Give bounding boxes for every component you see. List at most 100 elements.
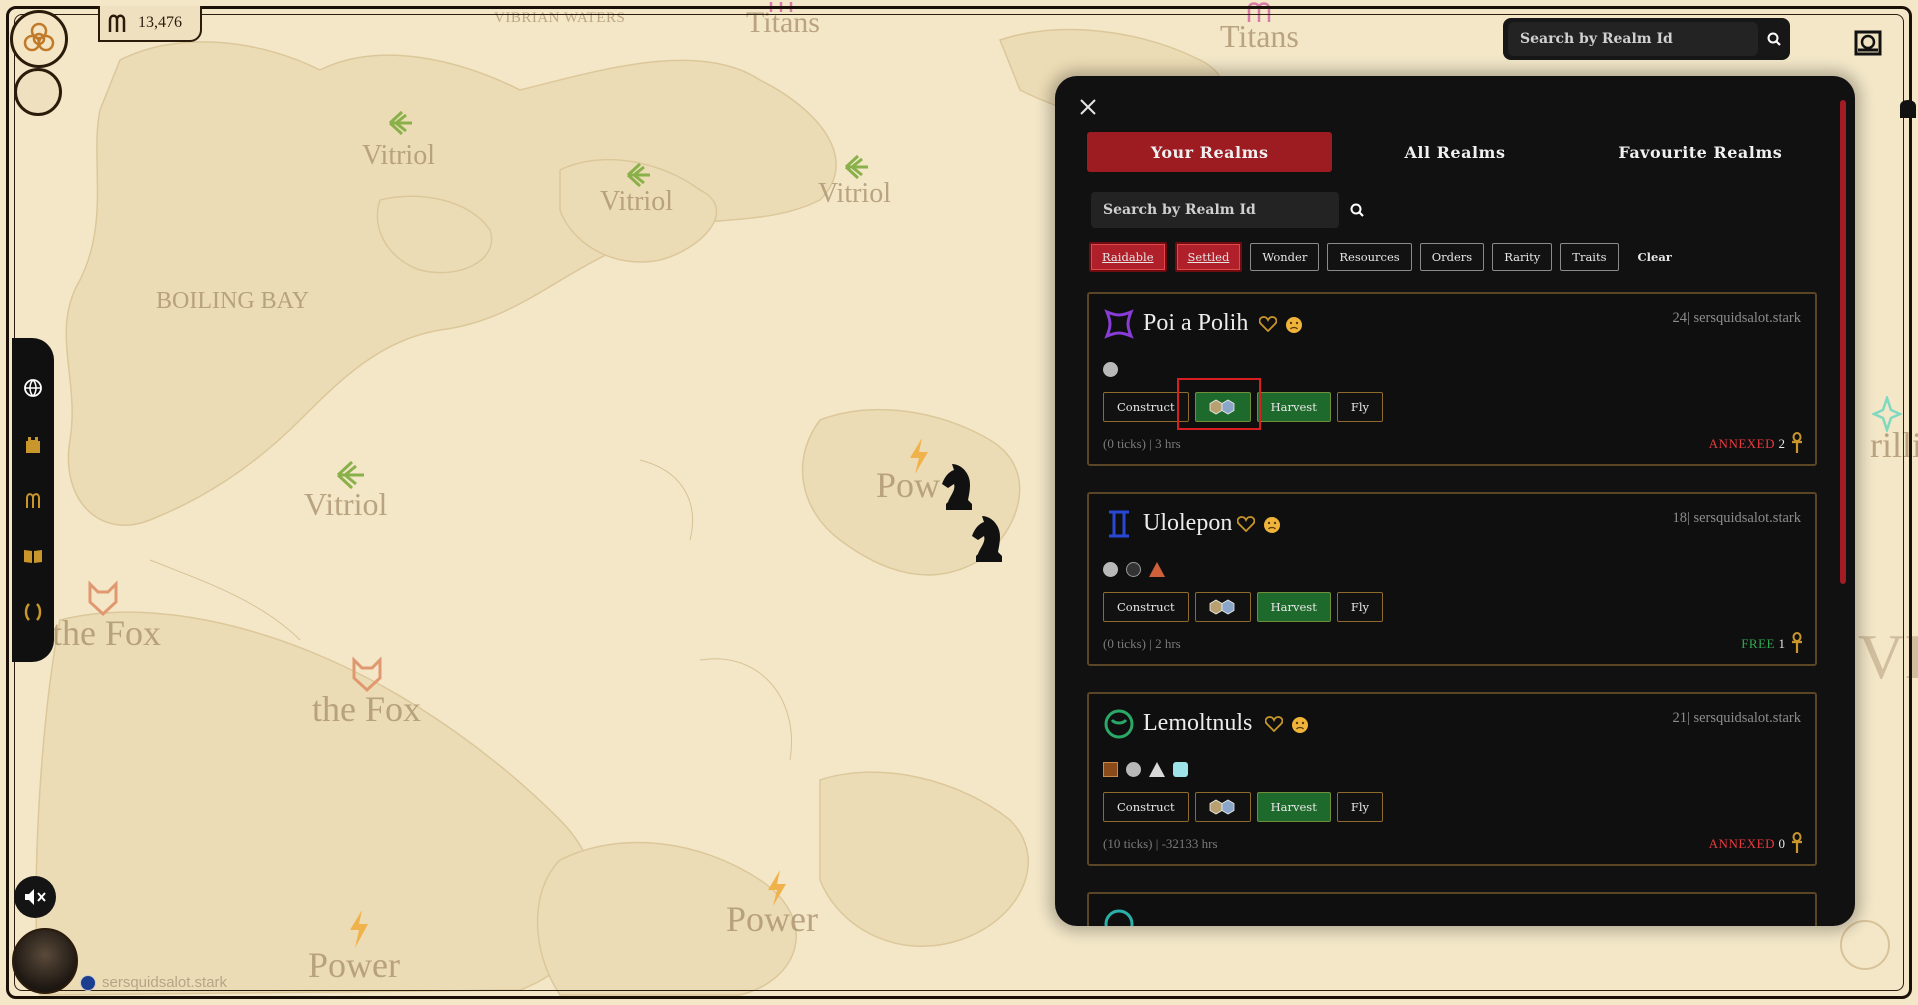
titans-order-icon[interactable] xyxy=(766,0,796,14)
globe-icon[interactable] xyxy=(20,375,46,401)
avatar[interactable] xyxy=(12,928,78,994)
bell-icon[interactable] xyxy=(1896,92,1918,126)
search-icon[interactable] xyxy=(1758,32,1790,46)
lords-counter: 13,476 xyxy=(98,6,202,42)
resource-exchange-button[interactable] xyxy=(1194,792,1251,822)
construct-button[interactable]: Construct xyxy=(1103,392,1189,422)
top-search-input[interactable] xyxy=(1508,22,1758,56)
mute-sound-button[interactable] xyxy=(14,876,56,918)
status-badge: FREE xyxy=(1741,636,1775,651)
copper-resource-icon xyxy=(1149,562,1165,577)
harvest-button[interactable]: Harvest xyxy=(1256,592,1331,622)
network-badge-icon xyxy=(80,974,96,991)
coal-resource-icon xyxy=(1126,562,1141,577)
star-order-icon[interactable] xyxy=(1872,396,1902,432)
realm-owner: 18| sersquidsalot.stark xyxy=(1672,510,1801,526)
army-knight-icon[interactable] xyxy=(966,512,1010,566)
ankh-icon xyxy=(1792,832,1802,853)
fox-order-icon[interactable] xyxy=(350,656,384,694)
filter-bar: Raidable Settled Wonder Resources Orders… xyxy=(1089,242,1683,272)
book-icon[interactable] xyxy=(20,543,46,569)
titans-order-icon[interactable] xyxy=(1244,0,1274,24)
wood-resource-icon xyxy=(1103,762,1118,777)
harvest-button[interactable]: Harvest xyxy=(1256,392,1331,422)
hex-resources-icon xyxy=(1209,799,1235,815)
favourite-heart-icon[interactable] xyxy=(1265,716,1283,732)
tab-all-realms[interactable]: All Realms xyxy=(1332,132,1577,172)
fly-button[interactable]: Fly xyxy=(1336,792,1383,822)
left-sidebar xyxy=(12,338,54,662)
panel-scrollbar[interactable] xyxy=(1840,100,1846,584)
laurel-icon[interactable] xyxy=(20,599,46,625)
resource-list xyxy=(1103,362,1118,377)
castle-icon[interactable] xyxy=(20,431,46,457)
harvest-button[interactable]: Harvest xyxy=(1256,792,1331,822)
construct-button[interactable]: Construct xyxy=(1103,592,1189,622)
map-ornament-icon xyxy=(14,68,62,116)
unhappy-face-icon xyxy=(1264,517,1280,533)
ankh-icon xyxy=(1792,432,1802,453)
realm-owner: 21| sersquidsalot.stark xyxy=(1672,710,1801,726)
crest-icon[interactable] xyxy=(1850,24,1886,60)
resource-exchange-button[interactable] xyxy=(1194,592,1251,622)
silver-resource-icon xyxy=(1149,762,1165,777)
speaker-mute-icon xyxy=(25,889,46,905)
realm-list: Poi a Polih 24| sersquidsalot.stark Cons… xyxy=(1087,292,1817,926)
realm-card[interactable] xyxy=(1087,892,1817,926)
vitriol-order-icon[interactable] xyxy=(334,458,368,492)
order-emblem-icon xyxy=(1104,909,1134,926)
map-label-the-fox: the Fox xyxy=(52,613,162,653)
chat-icon[interactable] xyxy=(1840,920,1890,970)
filter-orders[interactable]: Orders xyxy=(1419,243,1485,271)
power-order-icon[interactable] xyxy=(764,868,790,908)
order-emblem-icon xyxy=(1104,709,1134,739)
realm-name[interactable]: Poi a Polih xyxy=(1143,310,1248,337)
realm-card[interactable]: Lemoltnuls 21| sersquidsalot.stark Const… xyxy=(1087,692,1817,866)
power-order-icon[interactable] xyxy=(906,436,932,476)
unhappy-face-icon xyxy=(1292,717,1308,733)
account-info[interactable]: sersquidsalot.stark xyxy=(80,974,227,991)
realm-ticks: (0 ticks) | 2 hrs xyxy=(1103,636,1181,651)
realm-ticks: (0 ticks) | 3 hrs xyxy=(1103,436,1181,451)
filter-settled[interactable]: Settled xyxy=(1174,242,1243,272)
top-search-bar xyxy=(1503,18,1790,60)
favourite-heart-icon[interactable] xyxy=(1259,316,1277,332)
realm-name[interactable]: Ulolepon xyxy=(1143,510,1232,537)
map-label-vitriol: Vitriol xyxy=(818,178,891,209)
close-icon[interactable] xyxy=(1077,96,1099,118)
realm-owner: 24| sersquidsalot.stark xyxy=(1672,310,1801,326)
army-knight-icon[interactable] xyxy=(936,460,980,514)
realm-name[interactable]: Lemoltnuls xyxy=(1143,710,1252,737)
fly-button[interactable]: Fly xyxy=(1336,392,1383,422)
construct-button[interactable]: Construct xyxy=(1103,792,1189,822)
clear-filters-button[interactable]: Clear xyxy=(1627,244,1683,270)
resource-exchange-button[interactable] xyxy=(1194,392,1251,422)
vitriol-order-icon[interactable] xyxy=(386,108,416,138)
realm-count: 1 xyxy=(1778,636,1786,651)
realm-tabs: Your Realms All Realms Favourite Realms xyxy=(1087,132,1823,172)
fly-button[interactable]: Fly xyxy=(1336,592,1383,622)
filter-traits[interactable]: Traits xyxy=(1560,243,1619,271)
tab-your-realms[interactable]: Your Realms xyxy=(1087,132,1333,172)
favourite-heart-icon[interactable] xyxy=(1237,516,1255,532)
hex-resources-icon xyxy=(1209,399,1235,415)
realm-card[interactable]: Ulolepon 18| sersquidsalot.stark Constru… xyxy=(1087,492,1817,666)
fox-order-icon[interactable] xyxy=(86,580,120,618)
filter-wonder[interactable]: Wonder xyxy=(1250,243,1320,271)
unhappy-face-icon xyxy=(1286,317,1302,333)
map-label-vibrian-waters: VIBRIAN WATERS xyxy=(494,10,626,26)
filter-resources[interactable]: Resources xyxy=(1327,243,1412,271)
lords-balance: 13,476 xyxy=(138,14,182,31)
realm-card[interactable]: Poi a Polih 24| sersquidsalot.stark Cons… xyxy=(1087,292,1817,466)
filter-rarity[interactable]: Rarity xyxy=(1492,243,1553,271)
vitriol-order-icon[interactable] xyxy=(624,160,654,190)
search-icon[interactable] xyxy=(1347,200,1367,220)
map-label-power: Power xyxy=(308,945,400,985)
lords-icon[interactable] xyxy=(20,487,46,513)
biohazard-emblem-icon[interactable] xyxy=(10,10,68,68)
realm-search-input[interactable] xyxy=(1091,192,1339,228)
tab-favourite-realms[interactable]: Favourite Realms xyxy=(1578,132,1823,172)
power-order-icon[interactable] xyxy=(346,908,372,950)
filter-raidable[interactable]: Raidable xyxy=(1089,242,1167,272)
vitriol-order-icon[interactable] xyxy=(842,152,872,182)
